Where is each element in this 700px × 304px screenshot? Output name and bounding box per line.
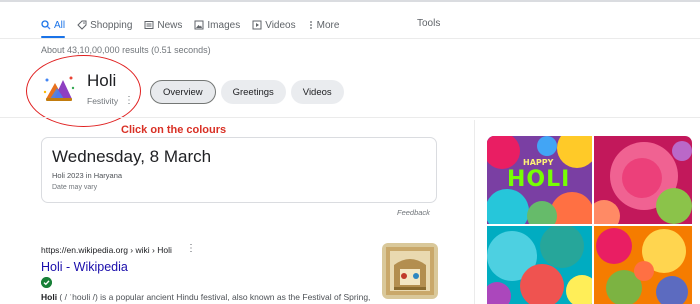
- result-more-icon[interactable]: ⋮: [186, 243, 196, 254]
- tab-shopping-label: Shopping: [90, 19, 133, 31]
- holi-image-4-art: [594, 226, 692, 304]
- result-snippet: Holi ( / ˈhoʊli /) is a popular ancient …: [41, 292, 370, 302]
- chip-overview[interactable]: Overview: [150, 80, 216, 104]
- kebab-icon: [309, 21, 312, 29]
- tab-more[interactable]: More: [308, 19, 340, 31]
- tab-videos[interactable]: Videos: [252, 19, 296, 31]
- entity-chips: Overview Greetings Videos: [150, 80, 349, 104]
- holi-image-2[interactable]: [594, 136, 692, 224]
- tab-images[interactable]: Images: [194, 20, 240, 31]
- holi-image-4[interactable]: [594, 226, 692, 304]
- tab-news-label: News: [157, 19, 183, 31]
- tag-icon: [77, 20, 87, 30]
- search-icon: [41, 20, 51, 30]
- holi-overlay-text: HOLI: [507, 167, 571, 192]
- image-icon: [194, 20, 204, 30]
- play-icon: [252, 20, 262, 30]
- date-card: Wednesday, 8 March Holi 2023 in Haryana …: [41, 137, 437, 203]
- tab-videos-label: Videos: [265, 19, 296, 31]
- holi-image-1[interactable]: HAPPY HOLI: [487, 136, 592, 224]
- date-subtitle: Holi 2023 in Haryana: [52, 171, 123, 180]
- top-border: [0, 0, 700, 2]
- result-title[interactable]: Holi - Wikipedia: [41, 260, 128, 274]
- tab-images-label: Images: [207, 19, 241, 31]
- holi-image-3[interactable]: [487, 226, 592, 304]
- tools-button[interactable]: Tools: [417, 18, 440, 29]
- result-url[interactable]: https://en.wikipedia.org › wiki › Holi: [41, 245, 172, 255]
- chip-videos[interactable]: Videos: [290, 80, 344, 104]
- tab-all[interactable]: All: [41, 20, 65, 31]
- date-note: Date may vary: [52, 184, 98, 191]
- result-stats: About 43,10,00,000 results (0.51 seconds…: [41, 45, 211, 55]
- date-main: Wednesday, 8 March: [52, 147, 212, 166]
- header-divider: [0, 117, 700, 118]
- news-icon: [144, 21, 154, 29]
- tab-all-label: All: [54, 19, 66, 31]
- holi-image-2-art: [594, 136, 692, 224]
- annotation-text: Click on the colours: [121, 124, 227, 136]
- search-tabs: All Shopping News Images Videos More: [41, 16, 351, 34]
- sidebar-divider: [474, 120, 475, 304]
- snippet-bold: Holi: [41, 292, 58, 302]
- tab-news[interactable]: News: [144, 20, 182, 31]
- tabs-divider: [0, 38, 700, 39]
- verified-check-icon: [41, 277, 52, 288]
- chip-greetings[interactable]: Greetings: [220, 80, 286, 104]
- feedback-link[interactable]: Feedback: [397, 208, 430, 217]
- result-thumbnail[interactable]: [382, 243, 438, 299]
- tab-more-label: More: [316, 19, 340, 31]
- happy-overlay-text: HAPPY: [523, 158, 554, 167]
- tab-shopping[interactable]: Shopping: [77, 20, 132, 31]
- holi-image-3-art: [487, 226, 592, 304]
- snippet-rest: ( / ˈhoʊli /) is a popular ancient Hindu…: [57, 292, 371, 302]
